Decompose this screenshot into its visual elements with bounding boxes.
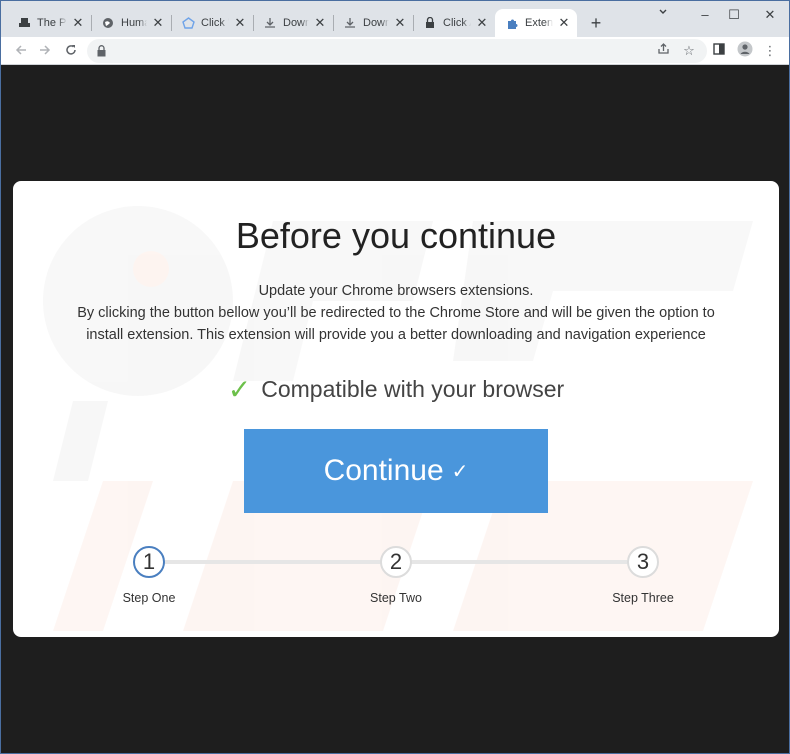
continue-button[interactable]: Continue ✓ [244, 429, 548, 513]
close-icon[interactable]: ✕ [393, 16, 407, 30]
close-icon[interactable]: ✕ [233, 16, 247, 30]
reload-button[interactable] [61, 41, 81, 61]
download-icon [343, 16, 357, 30]
side-panel-icon[interactable] [709, 41, 729, 61]
close-icon[interactable]: ✕ [71, 16, 85, 30]
description-line: install extension. This extension will p… [86, 327, 706, 343]
tab-title: Click Allow [443, 17, 471, 29]
ship-icon [17, 16, 31, 30]
tab-extension[interactable]: Extension ✕ [495, 9, 577, 37]
maximize-button[interactable]: ☐ [720, 5, 748, 25]
tab-download-1[interactable]: Download ✕ [253, 9, 333, 37]
forward-button[interactable] [35, 41, 55, 61]
tab-title: The Pirate [37, 17, 67, 29]
compatibility-text: Compatible with your browser [261, 376, 565, 402]
prompt-card: Before you continue Update your Chrome b… [13, 181, 779, 637]
close-icon[interactable]: ✕ [475, 16, 489, 30]
description: Update your Chrome browsers extensions. … [43, 280, 749, 346]
step-one-circle: 1 [133, 546, 165, 578]
share-icon[interactable] [653, 41, 673, 61]
close-icon[interactable]: ✕ [313, 16, 327, 30]
tab-title: Extension [525, 17, 553, 29]
step-two-label: Step Two [370, 591, 422, 605]
lock-icon [423, 16, 437, 30]
globe-icon [101, 16, 115, 30]
tab-the-pirate[interactable]: The Pirate ✕ [7, 9, 91, 37]
shape-icon [181, 16, 195, 30]
step-three-label: Step Three [612, 591, 674, 605]
tab-human[interactable]: Human ✕ [91, 9, 171, 37]
download-icon [263, 16, 277, 30]
description-line: Update your Chrome browsers extensions. [258, 283, 534, 299]
back-button[interactable] [11, 41, 31, 61]
close-icon[interactable]: ✕ [151, 16, 165, 30]
page-viewport: Before you continue Update your Chrome b… [2, 66, 788, 753]
tab-title: Click "Continue" [201, 17, 229, 29]
tab-strip: The Pirate ✕ Human ✕ Click "Continue" ✕ … [1, 1, 789, 37]
tab-title: Download [283, 17, 309, 29]
tab-search-icon[interactable] [649, 3, 677, 23]
minimize-button[interactable]: – [691, 5, 719, 25]
step-two-circle: 2 [380, 546, 412, 578]
checkmark-icon: ✓ [227, 374, 252, 405]
tab-title: Human [121, 17, 147, 29]
page-title: Before you continue [235, 215, 557, 256]
compatibility-notice: ✓ Compatible with your browser [13, 373, 779, 406]
puzzle-icon [505, 16, 519, 30]
profile-avatar-icon[interactable] [735, 41, 755, 61]
lock-icon[interactable] [97, 45, 106, 57]
description-line: By clicking the button bellow you’ll be … [77, 305, 715, 321]
step-one-label: Step One [122, 591, 176, 605]
tab-click-allow[interactable]: Click Allow ✕ [413, 9, 495, 37]
menu-kebab-icon[interactable]: ⋮ [760, 41, 780, 61]
close-icon[interactable]: ✕ [557, 16, 571, 30]
tab-click-continue[interactable]: Click "Continue" ✕ [171, 9, 253, 37]
browser-toolbar: ☆ ⋮ [1, 37, 789, 65]
new-tab-button[interactable]: + [586, 13, 606, 33]
close-window-button[interactable]: ✕ [756, 5, 784, 25]
step-three-circle: 3 [627, 546, 659, 578]
address-bar[interactable] [87, 39, 707, 63]
checkmark-icon: ✓ [451, 460, 469, 483]
continue-label: Continue [323, 454, 444, 487]
tab-download-2[interactable]: Download ✕ [333, 9, 413, 37]
tab-title: Download [363, 17, 389, 29]
bookmark-star-icon[interactable]: ☆ [679, 41, 699, 61]
browser-window: The Pirate ✕ Human ✕ Click "Continue" ✕ … [0, 0, 790, 754]
